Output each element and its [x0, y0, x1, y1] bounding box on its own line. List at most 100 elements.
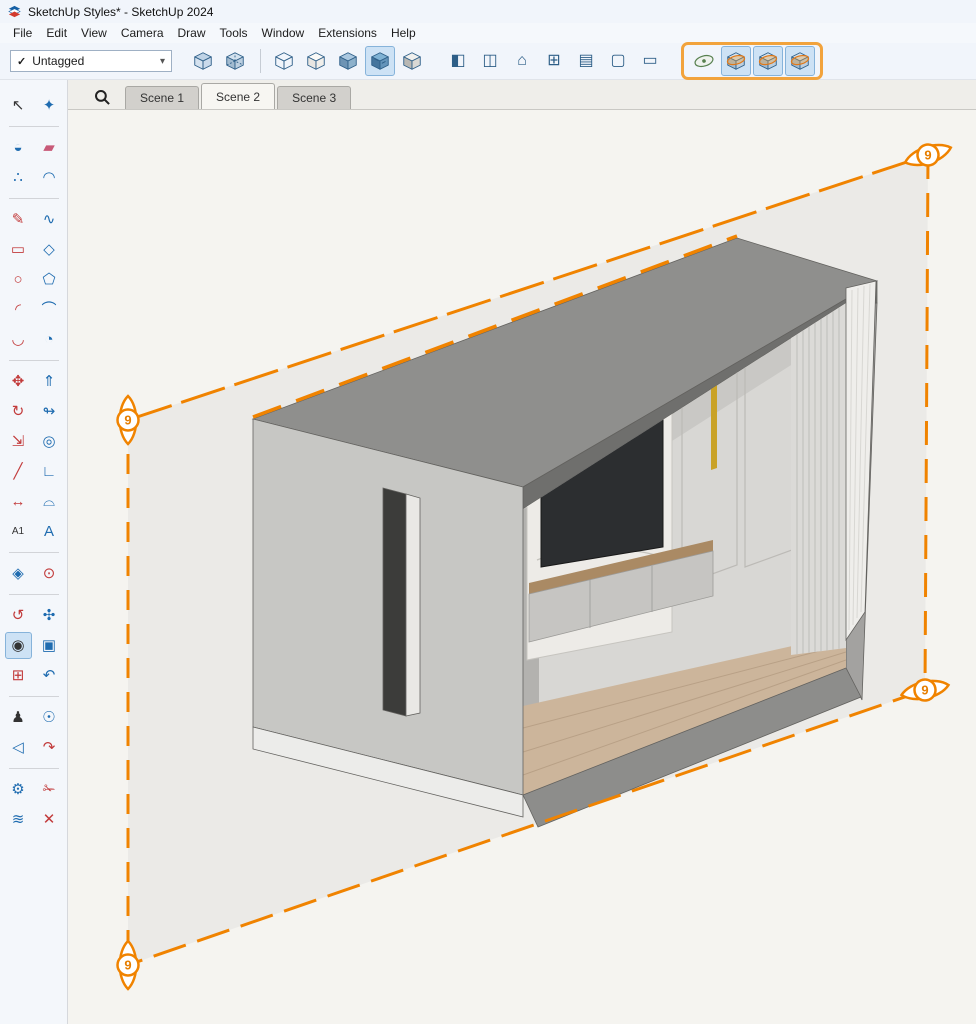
eraser-tool[interactable]: ▰: [36, 134, 63, 161]
menu-item-edit[interactable]: Edit: [39, 24, 74, 42]
rotated-rectangle-tool[interactable]: ◇: [36, 236, 63, 263]
toolbar-separator: [260, 49, 261, 73]
x-ray-button[interactable]: [188, 46, 218, 76]
scene-tab-scene-3[interactable]: Scene 3: [277, 86, 351, 109]
monochrome-icon: [401, 50, 423, 72]
menu-item-help[interactable]: Help: [384, 24, 423, 42]
right-view-button[interactable]: ⊞: [539, 46, 569, 76]
shaded-with-textures-button[interactable]: [365, 46, 395, 76]
menu-item-tools[interactable]: Tools: [213, 24, 255, 42]
section-group: [681, 42, 823, 80]
front-view-icon: ⌂: [517, 53, 527, 69]
three-d-text-tool[interactable]: A: [36, 518, 63, 545]
push-pull-tool[interactable]: ⇑: [36, 368, 63, 395]
tag-dropdown[interactable]: ✓ Untagged ▾: [10, 50, 172, 72]
turn-tool[interactable]: ↷: [36, 734, 63, 761]
menu-item-draw[interactable]: Draw: [171, 24, 213, 42]
extension-tool-2[interactable]: ✁: [36, 776, 63, 803]
bottom-view-icon: ▭: [642, 53, 657, 69]
tool-divider: [9, 696, 59, 697]
curtain: [791, 292, 846, 655]
hidden-line-button[interactable]: [301, 46, 331, 76]
rectangle-tool[interactable]: ▭: [5, 236, 32, 263]
protractor-tool[interactable]: ⌓: [36, 488, 63, 515]
field-of-view-tool[interactable]: ◁: [5, 734, 32, 761]
scene-tab-scene-2[interactable]: Scene 2: [201, 83, 275, 109]
dimensions-tool[interactable]: ↔: [5, 488, 32, 515]
axes-tool[interactable]: ∟: [36, 458, 63, 485]
scale-tool[interactable]: ⇲: [5, 428, 32, 455]
scene-tab-scene-1[interactable]: Scene 1: [125, 86, 199, 109]
pan-tool[interactable]: ✣: [36, 602, 63, 629]
model-canvas[interactable]: 9 9 9 9: [68, 110, 976, 1024]
right-view-icon: ⊞: [547, 53, 560, 69]
search-icon[interactable]: [94, 89, 111, 106]
tool-palette: ↖✦◒▰∴◠✎∿▭◇○⬠◜⌒◡◔✥⇑↻↬⇲◎╱∟↔⌓A1A◈⊙↺✣◉▣⊞↶♟☉◁…: [0, 80, 68, 1024]
component-tool[interactable]: ∴: [5, 164, 32, 191]
rotate-tool[interactable]: ↻: [5, 398, 32, 425]
display-section-planes-icon: [725, 50, 747, 72]
monochrome-button[interactable]: [397, 46, 427, 76]
extension-tool-4[interactable]: ✕: [36, 806, 63, 833]
window-title: SketchUp Styles* - SketchUp 2024: [28, 5, 213, 19]
shaded-with-textures-icon: [369, 50, 391, 72]
menu-item-file[interactable]: File: [6, 24, 39, 42]
display-section-fill-button[interactable]: [785, 46, 815, 76]
back-view-button[interactable]: ▤: [571, 46, 601, 76]
section-plane-button[interactable]: [689, 46, 719, 76]
lasso-tool[interactable]: ✦: [36, 92, 63, 119]
soften-edges-tool[interactable]: ◠: [36, 164, 63, 191]
scene-tabs-bar: Scene 1Scene 2Scene 3: [68, 80, 976, 110]
polygon-tool[interactable]: ⬠: [36, 266, 63, 293]
front-view-button[interactable]: ⌂: [507, 46, 537, 76]
back-edges-button[interactable]: [220, 46, 250, 76]
arc-tool[interactable]: ◜: [5, 296, 32, 323]
menu-item-extensions[interactable]: Extensions: [311, 24, 384, 42]
menu-item-camera[interactable]: Camera: [114, 24, 171, 42]
section-plane-tool[interactable]: ◈: [5, 560, 32, 587]
menu-bar: FileEditViewCameraDrawToolsWindowExtensi…: [0, 23, 976, 43]
display-section-fill-icon: [789, 50, 811, 72]
bottom-view-button[interactable]: ▭: [635, 46, 665, 76]
shaded-button[interactable]: [333, 46, 363, 76]
tool-divider: [9, 768, 59, 769]
position-camera-tool[interactable]: ⊙: [36, 560, 63, 587]
display-section-planes-button[interactable]: [721, 46, 751, 76]
tool-divider: [9, 198, 59, 199]
section-marker-label: 9: [924, 148, 931, 163]
offset-tool[interactable]: ◎: [36, 428, 63, 455]
pie-tool[interactable]: ◔: [36, 326, 63, 353]
tape-measure-tool[interactable]: ╱: [5, 458, 32, 485]
walk-tool[interactable]: ♟: [5, 704, 32, 731]
zoom-tool[interactable]: ◉: [5, 632, 32, 659]
two-point-arc-tool[interactable]: ⌒: [36, 296, 63, 323]
display-section-cuts-button[interactable]: [753, 46, 783, 76]
zoom-extents-tool[interactable]: ⊞: [5, 662, 32, 689]
menu-item-window[interactable]: Window: [255, 24, 312, 42]
zoom-window-tool[interactable]: ▣: [36, 632, 63, 659]
extension-tool-1[interactable]: ⚙: [5, 776, 32, 803]
paint-bucket-tool[interactable]: ◒: [5, 134, 32, 161]
previous-view-tool[interactable]: ↶: [36, 662, 63, 689]
hidden-line-icon: [305, 50, 327, 72]
text-tool[interactable]: A1: [5, 518, 32, 545]
menu-item-view[interactable]: View: [74, 24, 114, 42]
circle-tool[interactable]: ○: [5, 266, 32, 293]
wireframe-button[interactable]: [269, 46, 299, 76]
line-tool[interactable]: ✎: [5, 206, 32, 233]
look-around-tool[interactable]: ☉: [36, 704, 63, 731]
follow-me-tool[interactable]: ↬: [36, 398, 63, 425]
top-view-button[interactable]: ◫: [475, 46, 505, 76]
move-tool[interactable]: ✥: [5, 368, 32, 395]
left-view-button[interactable]: ▢: [603, 46, 633, 76]
top-view-icon: ◫: [482, 53, 497, 69]
orbit-tool[interactable]: ↺: [5, 602, 32, 629]
model-viewport[interactable]: 9 9 9 9: [68, 110, 976, 1024]
shaded-icon: [337, 50, 359, 72]
freehand-tool[interactable]: ∿: [36, 206, 63, 233]
iso-view-button[interactable]: ◧: [443, 46, 473, 76]
three-point-arc-tool[interactable]: ◡: [5, 326, 32, 353]
extension-tool-3[interactable]: ≋: [5, 806, 32, 833]
section-marker-label: 9: [124, 958, 131, 973]
select-tool[interactable]: ↖: [5, 92, 32, 119]
